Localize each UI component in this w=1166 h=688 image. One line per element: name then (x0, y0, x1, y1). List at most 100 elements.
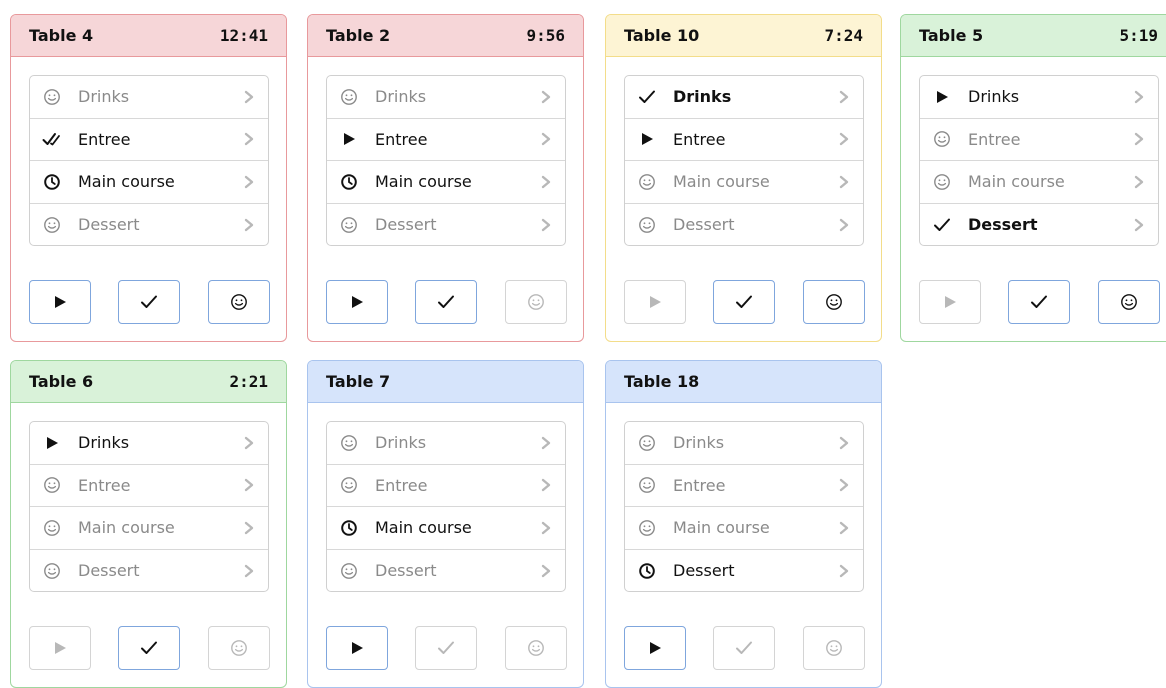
card-header: Table 2 9:56 (308, 15, 583, 57)
table-card: Table 4 12:41 Drinks Entree Main course … (10, 14, 287, 342)
done-button[interactable] (118, 626, 180, 670)
start-button[interactable] (326, 626, 388, 670)
course-item-entree[interactable]: Entree (920, 119, 1158, 161)
course-item-main-course[interactable]: Main course (327, 507, 565, 550)
check-icon (140, 294, 158, 310)
chevron-right-icon (837, 132, 851, 146)
start-button[interactable] (29, 626, 91, 670)
course-item-main-course[interactable]: Main course (30, 507, 268, 550)
smiley-icon (339, 215, 359, 235)
course-item-entree[interactable]: Entree (30, 465, 268, 507)
course-label: Main course (78, 518, 175, 538)
check-icon (437, 294, 455, 310)
course-label: Entree (375, 129, 428, 149)
done-button[interactable] (1008, 280, 1070, 324)
course-label: Main course (375, 518, 472, 538)
smiley-icon (339, 433, 359, 453)
course-item-main-course[interactable]: Main course (327, 161, 565, 204)
course-item-dessert[interactable]: Dessert (625, 204, 863, 246)
start-button[interactable] (624, 280, 686, 324)
card-header: Table 4 12:41 (11, 15, 286, 57)
course-label: Main course (673, 172, 770, 192)
course-list: Drinks Entree Main course Dessert (624, 75, 864, 246)
start-button[interactable] (29, 280, 91, 324)
course-item-entree[interactable]: Entree (30, 119, 268, 161)
course-item-main-course[interactable]: Main course (920, 161, 1158, 204)
play-icon (637, 129, 657, 149)
chevron-right-icon (837, 564, 851, 578)
done-button[interactable] (713, 280, 775, 324)
done-button[interactable] (415, 280, 477, 324)
course-item-drinks[interactable]: Drinks (30, 76, 268, 119)
smile-button[interactable] (1098, 280, 1160, 324)
course-item-dessert[interactable]: Dessert (30, 550, 268, 592)
course-item-dessert[interactable]: Dessert (625, 550, 863, 592)
smile-button[interactable] (208, 280, 270, 324)
chevron-right-icon (1132, 90, 1146, 104)
course-label: Entree (673, 129, 726, 149)
chevron-right-icon (539, 218, 553, 232)
chevron-right-icon (242, 521, 256, 535)
course-label: Entree (968, 129, 1021, 149)
course-list: Drinks Entree Main course Dessert (624, 421, 864, 592)
smile-button[interactable] (505, 280, 567, 324)
course-item-dessert[interactable]: Dessert (327, 204, 565, 246)
card-header: Table 18 (606, 361, 881, 403)
smile-button[interactable] (803, 280, 865, 324)
course-item-entree[interactable]: Entree (327, 119, 565, 161)
start-button[interactable] (326, 280, 388, 324)
course-label: Drinks (968, 87, 1020, 107)
chevron-right-icon (1132, 175, 1146, 189)
course-item-main-course[interactable]: Main course (625, 507, 863, 550)
course-label: Entree (78, 475, 131, 495)
smiley-icon (339, 87, 359, 107)
course-item-drinks[interactable]: Drinks (625, 76, 863, 119)
table-name: Table 4 (29, 26, 94, 45)
course-item-drinks[interactable]: Drinks (920, 76, 1158, 119)
smile-button[interactable] (803, 626, 865, 670)
course-label: Dessert (673, 215, 735, 235)
done-button[interactable] (118, 280, 180, 324)
start-button[interactable] (919, 280, 981, 324)
course-item-entree[interactable]: Entree (327, 465, 565, 507)
check-icon (437, 640, 455, 656)
clock-icon (637, 561, 657, 581)
course-item-main-course[interactable]: Main course (30, 161, 268, 204)
course-label: Drinks (673, 87, 732, 107)
play-icon (339, 129, 359, 149)
done-button[interactable] (415, 626, 477, 670)
course-item-dessert[interactable]: Dessert (327, 550, 565, 592)
start-button[interactable] (624, 626, 686, 670)
done-button[interactable] (713, 626, 775, 670)
course-item-dessert[interactable]: Dessert (920, 204, 1158, 246)
chevron-right-icon (242, 90, 256, 104)
smiley-icon (42, 87, 62, 107)
course-item-dessert[interactable]: Dessert (30, 204, 268, 246)
smile-button[interactable] (208, 626, 270, 670)
chevron-right-icon (539, 90, 553, 104)
smiley-icon (637, 215, 657, 235)
course-item-drinks[interactable]: Drinks (327, 422, 565, 465)
card-actions (624, 280, 866, 326)
course-item-drinks[interactable]: Drinks (30, 422, 268, 465)
clock-icon (339, 172, 359, 192)
smiley-icon (932, 129, 952, 149)
course-list: Drinks Entree Main course Dessert (326, 421, 566, 592)
smile-button[interactable] (505, 626, 567, 670)
table-timer: 7:24 (824, 26, 863, 45)
course-label: Drinks (673, 433, 725, 453)
course-item-drinks[interactable]: Drinks (327, 76, 565, 119)
course-list: Drinks Entree Main course Dessert (29, 75, 269, 246)
course-item-entree[interactable]: Entree (625, 465, 863, 507)
card-header: Table 10 7:24 (606, 15, 881, 57)
table-timer: 9:56 (526, 26, 565, 45)
table-card: Table 6 2:21 Drinks Entree Main course D… (10, 360, 287, 688)
course-item-entree[interactable]: Entree (625, 119, 863, 161)
chevron-right-icon (242, 175, 256, 189)
course-label: Dessert (968, 215, 1038, 235)
course-label: Dessert (375, 561, 437, 581)
play-icon (52, 294, 68, 310)
course-item-main-course[interactable]: Main course (625, 161, 863, 204)
course-item-drinks[interactable]: Drinks (625, 422, 863, 465)
table-timer: 2:21 (229, 372, 268, 391)
